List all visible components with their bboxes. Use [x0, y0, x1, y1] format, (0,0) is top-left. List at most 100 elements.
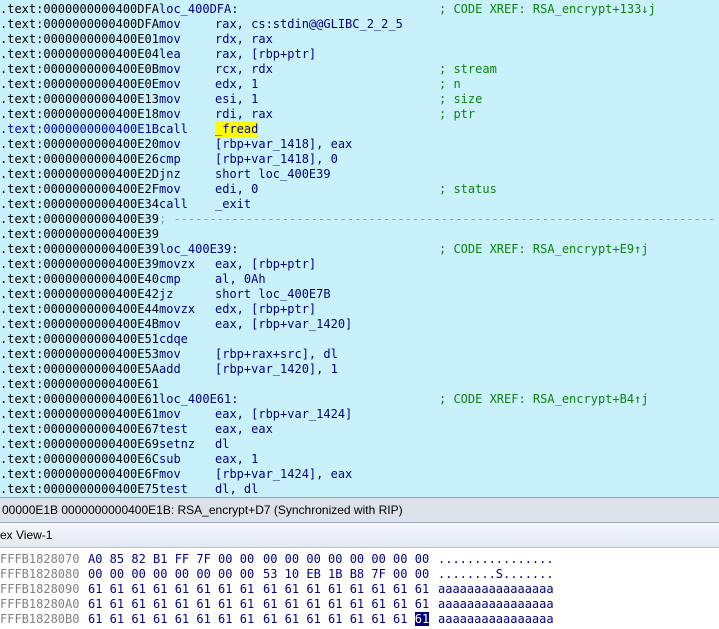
hex-bytes-right[interactable]: 00 00 00 00 00 00 00 00: [263, 552, 429, 567]
hex-bytes-left[interactable]: A0 85 82 B1 FF 7F 00 00: [88, 552, 254, 567]
disasm-line[interactable]: .text:0000000000400E18 mov rdi, rax ; ptr: [0, 107, 719, 122]
disasm-line[interactable]: .text:0000000000400E04 lea rax, [rbp+ptr]: [0, 47, 719, 62]
disasm-line[interactable]: .text:0000000000400E40 cmp al, 0Ah: [0, 272, 719, 287]
instruction-mnemonic: add: [159, 362, 181, 376]
instruction-operands[interactable]: rdx, rax: [215, 32, 273, 47]
disasm-line[interactable]: .text:0000000000400E2D jnz short loc_400E3…: [0, 167, 719, 182]
disasm-line[interactable]: .text:0000000000400DFA loc_400DFA: ; CODE …: [0, 2, 719, 17]
code-label[interactable]: loc_400E61:: [159, 392, 238, 407]
disasm-line[interactable]: .text:0000000000400E6F mov [rbp+var_1424],…: [0, 467, 719, 482]
line-address: .text:0000000000400E18: [0, 107, 159, 121]
instruction-operands[interactable]: eax, [rbp+var_1424]: [215, 407, 352, 422]
hex-bytes-right-text: 61 61 61 61 61 61 61 61: [263, 582, 430, 596]
disasm-line[interactable]: .text:0000000000400E01 mov rdx, rax: [0, 32, 719, 47]
hex-bytes-left[interactable]: 61 61 61 61 61 61 61 61: [88, 612, 254, 627]
hex-bytes-right[interactable]: 53 10 EB 1B B8 7F 00 00: [263, 567, 429, 582]
instruction-operands[interactable]: [rbp+var_1420], 1: [215, 362, 338, 377]
disasm-line[interactable]: .text:0000000000400E69 setnz dl: [0, 437, 719, 452]
instruction-operands[interactable]: [rbp+var_1418], 0: [215, 152, 338, 167]
instruction-operands[interactable]: rcx, rdx: [215, 62, 273, 77]
disasm-line[interactable]: .text:0000000000400E42 jz short loc_400E7B: [0, 287, 719, 302]
hex-bytes-left[interactable]: 61 61 61 61 61 61 61 61: [88, 597, 254, 612]
hex-bytes-right[interactable]: 61 61 61 61 61 61 61 61: [263, 612, 430, 627]
disasm-line[interactable]: .text:0000000000400E39 movzx eax, [rbp+ptr…: [0, 257, 719, 272]
hex-bytes-right[interactable]: 61 61 61 61 61 61 61 61: [263, 582, 429, 597]
disasm-line[interactable]: .text:0000000000400E0E mov edx, 1 ; n: [0, 77, 719, 92]
disasm-line[interactable]: .text:0000000000400E61 mov eax, [rbp+var_1…: [0, 407, 719, 422]
disasm-line[interactable]: .text:0000000000400E0B mov rcx, rdx ; strea…: [0, 62, 719, 77]
instruction-operands[interactable]: edx, 1: [215, 77, 258, 92]
code-label[interactable]: loc_400DFA:: [159, 2, 238, 17]
instruction-operands[interactable]: _fread: [215, 122, 259, 137]
disasm-line[interactable]: .text:0000000000400E6C sub eax, 1: [0, 452, 719, 467]
line-address: .text:0000000000400E39: [0, 212, 159, 226]
hex-bytes-left[interactable]: 61 61 61 61 61 61 61 61: [88, 582, 254, 597]
hex-row[interactable]: FFFB1828090 61 61 61 61 61 61 61 61 61 61 …: [0, 582, 719, 597]
line-address: .text:0000000000400E0B: [0, 62, 159, 76]
disasm-line[interactable]: .text:0000000000400E26 cmp [rbp+var_1418],…: [0, 152, 719, 167]
instruction-operands[interactable]: eax, eax: [215, 422, 273, 437]
instruction-operands[interactable]: dl, dl: [215, 482, 258, 497]
disasm-line[interactable]: .text:0000000000400E67 test eax, eax: [0, 422, 719, 437]
hex-cursor-byte[interactable]: 61: [414, 612, 430, 626]
disasm-line[interactable]: .text:0000000000400E13 mov esi, 1 ; size: [0, 92, 719, 107]
hex-row[interactable]: FFFB18280A0 61 61 61 61 61 61 61 61 61 61 …: [0, 597, 719, 612]
instruction-operands[interactable]: [rbp+rax+src], dl: [215, 347, 338, 362]
line-address: .text:0000000000400E20: [0, 137, 159, 151]
instruction-mnemonic: call: [159, 197, 188, 211]
disasm-line[interactable]: .text:0000000000400E2F mov edi, 0 ; status: [0, 182, 719, 197]
instruction-mnemonic: movzx: [159, 302, 196, 316]
code-label[interactable]: loc_400E39:: [159, 242, 238, 257]
instruction-operands[interactable]: rax, [rbp+ptr]: [215, 47, 316, 62]
disasm-line[interactable]: .text:0000000000400E39: [0, 227, 719, 242]
line-address: .text:0000000000400E04: [0, 47, 159, 61]
disasm-line[interactable]: .text:0000000000400E61 loc_400E61: ; CODE …: [0, 392, 719, 407]
disasm-line[interactable]: .text:0000000000400E39 loc_400E39: ; CODE …: [0, 242, 719, 257]
hex-bytes-right-text: 00 00 00 00 00 00 00 00: [263, 552, 430, 566]
instruction-operands[interactable]: rax, cs:stdin@@GLIBC_2_2_5: [215, 17, 403, 32]
instruction-operands[interactable]: [rbp+var_1424], eax: [215, 467, 352, 482]
disasm-line[interactable]: .text:0000000000400E39; ----------------…: [0, 212, 719, 227]
instruction-operands[interactable]: [rbp+var_1418], eax: [215, 137, 352, 152]
disasm-line[interactable]: .text:0000000000400E75 test dl, dl: [0, 482, 719, 497]
disasm-line[interactable]: .text:0000000000400E44 movzx edx, [rbp+ptr…: [0, 302, 719, 317]
disassembly-view[interactable]: .text:0000000000400DFA loc_400DFA: ; CODE …: [0, 0, 719, 497]
hex-bytes-left[interactable]: 00 00 00 00 00 00 00 00: [88, 567, 254, 582]
instruction-mnemonic: mov: [159, 347, 181, 361]
disasm-line[interactable]: .text:0000000000400E20 mov [rbp+var_1418],…: [0, 137, 719, 152]
instruction-mnemonic: mov: [159, 92, 181, 106]
hex-view-tab[interactable]: ex View-1: [0, 523, 719, 548]
hex-bytes-right[interactable]: 61 61 61 61 61 61 61 61: [263, 597, 429, 612]
instruction-operands[interactable]: edi, 0: [215, 182, 258, 197]
hex-view[interactable]: FFFB1828070 A0 85 82 B1 FF 7F 00 00 00 00 …: [0, 548, 719, 629]
disasm-line[interactable]: .text:0000000000400E5A add [rbp+var_1420],…: [0, 362, 719, 377]
disasm-line[interactable]: .text:0000000000400DFA mov rax, cs:stdin@@…: [0, 17, 719, 32]
line-address: .text:0000000000400E69: [0, 437, 159, 451]
disasm-line[interactable]: .text:0000000000400E51 cdqe: [0, 332, 719, 347]
disasm-line[interactable]: .text:0000000000400E53 mov [rbp+rax+src], …: [0, 347, 719, 362]
instruction-mnemonic: mov: [159, 77, 181, 91]
instruction-operands[interactable]: eax, [rbp+ptr]: [215, 257, 316, 272]
disasm-line[interactable]: .text:0000000000400E34 call _exit: [0, 197, 719, 212]
instruction-operands[interactable]: eax, 1: [215, 452, 258, 467]
instruction-operands[interactable]: dl: [215, 437, 229, 452]
disasm-line[interactable]: .text:0000000000400E4B mov eax, [rbp+var_1…: [0, 317, 719, 332]
instruction-operands[interactable]: esi, 1: [215, 92, 258, 107]
instruction-operands[interactable]: rdi, rax: [215, 107, 273, 122]
disasm-line[interactable]: .text:0000000000400E1B call _fread: [0, 122, 719, 137]
hex-row[interactable]: FFFB18280B0 61 61 61 61 61 61 61 61 61 61 …: [0, 612, 719, 627]
instruction-operands[interactable]: edx, [rbp+ptr]: [215, 302, 316, 317]
hex-address: FFFB1828080: [0, 567, 80, 581]
instruction-operands[interactable]: al, 0Ah: [215, 272, 266, 287]
instruction-operands[interactable]: eax, [rbp+var_1420]: [215, 317, 352, 332]
hex-row[interactable]: FFFB1828070 A0 85 82 B1 FF 7F 00 00 00 00 …: [0, 552, 719, 567]
disasm-line[interactable]: .text:0000000000400E61: [0, 377, 719, 392]
instruction-operands[interactable]: _exit: [215, 197, 251, 212]
instruction-mnemonic: mov: [159, 467, 181, 481]
instruction-operands[interactable]: short loc_400E7B: [215, 287, 331, 302]
instruction-mnemonic: mov: [159, 182, 181, 196]
separator-line: ; --------------------------------------…: [159, 212, 716, 226]
xref-comment: ; ptr: [439, 107, 476, 121]
instruction-operands[interactable]: short loc_400E39: [215, 167, 331, 182]
hex-row[interactable]: FFFB1828080 00 00 00 00 00 00 00 00 53 10 …: [0, 567, 719, 582]
